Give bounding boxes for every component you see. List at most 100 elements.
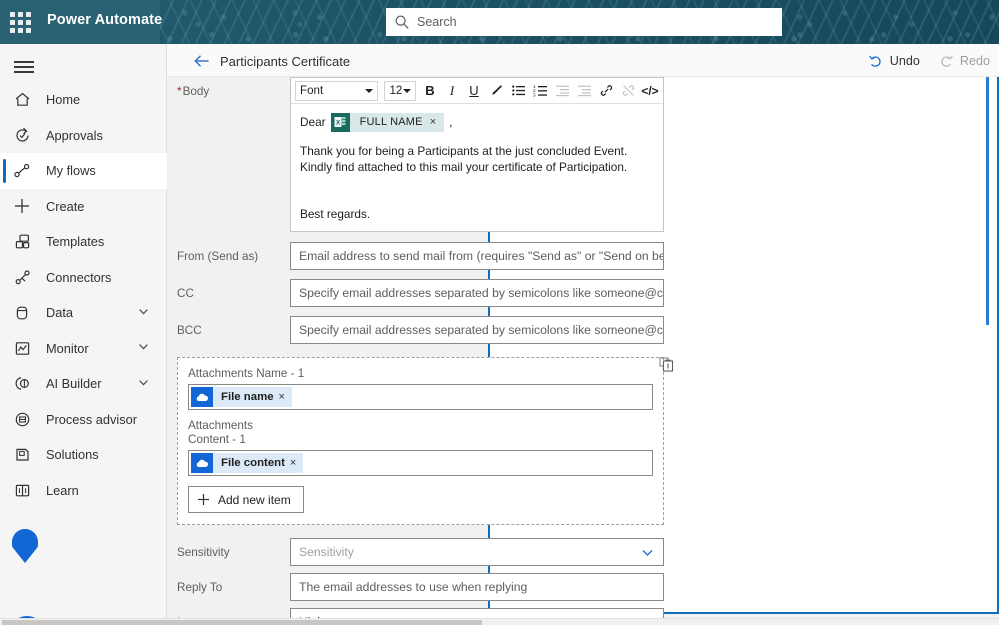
token-label: File name	[221, 391, 274, 403]
sidebar-nav-list: Home Approvals My flows Create Templates Conn…	[0, 82, 167, 508]
email-body-content[interactable]: Dear X FULL NAME × , Thank you for being…	[291, 104, 663, 231]
bold-label: B	[425, 83, 435, 98]
sensitivity-placeholder: Sensitivity	[299, 545, 354, 559]
hamburger-menu-icon[interactable]	[10, 53, 38, 81]
sidebar-item-ai-builder[interactable]: AI Builder	[0, 366, 167, 402]
numbered-list-icon[interactable]: 1 2 3	[529, 80, 551, 102]
bold-button[interactable]: B	[419, 80, 441, 102]
chevron-down-icon[interactable]	[137, 376, 157, 392]
reply-to-label: Reply To	[177, 581, 223, 594]
svg-text:3: 3	[533, 92, 536, 97]
chevron-down-icon	[403, 88, 411, 93]
field-row-bcc: BCC Specify email addresses separated by…	[177, 316, 664, 344]
app-launcher-grid-icon[interactable]	[10, 12, 31, 33]
sidebar-item-create[interactable]: Create	[0, 189, 167, 225]
token-remove-icon[interactable]: ×	[430, 114, 444, 130]
field-row-reply-to: Reply To The email addresses to use when…	[177, 573, 664, 601]
undo-button[interactable]: Undo	[859, 44, 929, 77]
body-label: *Body	[177, 85, 210, 98]
underline-button[interactable]: U	[463, 80, 485, 102]
required-asterisk: *	[177, 85, 182, 98]
scrollbar-thumb[interactable]	[2, 620, 482, 625]
reply-to-input[interactable]: The email addresses to use when replying	[290, 573, 664, 601]
sidebar-item-label: Data	[46, 305, 74, 321]
delete-trash-icon[interactable]	[655, 353, 677, 375]
sidebar-item-learn[interactable]: Learn	[0, 473, 167, 509]
attachments-content-label: Attachments Content - 1	[188, 419, 253, 446]
sidebar-item-solutions[interactable]: Solutions	[0, 437, 167, 473]
cc-placeholder: Specify email addresses separated by sem…	[299, 286, 664, 300]
sidebar-item-label: AI Builder	[46, 376, 102, 392]
sidebar-item-data[interactable]: Data	[0, 295, 167, 331]
sidebar-item-my-flows[interactable]: My flows	[0, 153, 167, 189]
global-search-box[interactable]: Search	[386, 8, 782, 36]
onedrive-cloud-icon	[191, 453, 213, 473]
sidebar-item-home[interactable]: Home	[0, 82, 167, 118]
attachments-content-input[interactable]: File content ×	[188, 450, 653, 476]
font-family-dropdown[interactable]: Font	[295, 80, 379, 101]
rich-text-editor[interactable]: Font 12 B I U 1 2 3 </> Dear X FULL NAME…	[290, 77, 664, 232]
italic-button[interactable]: I	[441, 80, 463, 102]
pen-highlight-icon[interactable]	[485, 80, 507, 102]
database-icon	[12, 303, 32, 323]
redo-label: Redo	[959, 53, 990, 68]
reply-to-placeholder: The email addresses to use when replying	[299, 580, 528, 594]
bcc-input[interactable]: Specify email addresses separated by sem…	[290, 316, 664, 344]
command-bar: Participants Certificate Undo Redo	[167, 44, 999, 77]
sidebar-item-label: Process advisor	[46, 411, 138, 427]
body-paragraph-line-1: Thank you for being a Participants at th…	[300, 144, 628, 158]
font-size-dropdown[interactable]: 12	[384, 80, 416, 101]
dynamic-content-token-file-name[interactable]: File name ×	[191, 387, 292, 407]
left-sidebar: Home Approvals My flows Create Templates Conn…	[0, 44, 167, 625]
from-input[interactable]: Email address to send mail from (require…	[290, 242, 664, 270]
sidebar-item-label: Templates	[46, 234, 105, 250]
token-remove-icon[interactable]: ×	[290, 457, 303, 469]
sensitivity-label: Sensitivity	[177, 546, 230, 559]
cc-input[interactable]: Specify email addresses separated by sem…	[290, 279, 664, 307]
send-email-action-card: *Body Font 12 B I U 1 2 3 </> Dear X FUL…	[167, 77, 674, 618]
sidebar-item-connectors[interactable]: Connectors	[0, 260, 167, 296]
home-icon	[12, 90, 32, 110]
attachments-name-input[interactable]: File name ×	[188, 384, 653, 410]
field-row-cc: CC Specify email addresses separated by …	[177, 279, 664, 307]
back-arrow-icon[interactable]	[192, 51, 212, 71]
chevron-down-icon	[642, 549, 653, 556]
sidebar-item-process-advisor[interactable]: Process advisor	[0, 402, 167, 438]
sidebar-item-approvals[interactable]: Approvals	[0, 118, 167, 154]
token-label: FULL NAME	[359, 116, 423, 128]
search-placeholder: Search	[417, 15, 457, 29]
sidebar-item-templates[interactable]: Templates	[0, 224, 167, 260]
insert-link-icon[interactable]	[595, 80, 617, 102]
connectors-icon	[12, 267, 32, 287]
field-row-from: From (Send as) Email address to send mai…	[177, 242, 664, 270]
process-advisor-icon	[12, 409, 32, 429]
sidebar-item-label: Learn	[46, 482, 79, 498]
body-signature: Best regards.	[300, 207, 371, 221]
sidebar-item-monitor[interactable]: Monitor	[0, 331, 167, 367]
token-remove-icon[interactable]: ×	[279, 391, 292, 403]
add-new-item-label: Add new item	[218, 492, 291, 507]
sensitivity-dropdown[interactable]: Sensitivity	[290, 538, 664, 566]
add-new-item-button[interactable]: Add new item	[188, 486, 304, 513]
code-view-icon[interactable]: </>	[639, 80, 661, 102]
top-header-bar: Power Automate Search	[0, 0, 999, 44]
dynamic-content-token-full-name[interactable]: X FULL NAME ×	[330, 112, 445, 132]
importance-dropdown[interactable]: High	[290, 608, 664, 618]
italic-label: I	[449, 82, 455, 98]
token-label: File content	[221, 457, 285, 469]
horizontal-scrollbar[interactable]	[0, 618, 999, 625]
dynamic-content-token-file-content[interactable]: File content ×	[191, 453, 304, 473]
flow-canvas: *Body Font 12 B I U 1 2 3 </> Dear X FUL…	[167, 77, 999, 618]
bulleted-list-icon[interactable]	[507, 80, 529, 102]
chevron-down-icon[interactable]	[137, 340, 157, 356]
chevron-down-icon	[365, 88, 374, 93]
sidebar-item-label: Home	[46, 92, 81, 108]
cc-label: CC	[177, 287, 194, 300]
greeting-suffix: ,	[449, 115, 453, 129]
chevron-down-icon[interactable]	[137, 305, 157, 321]
templates-icon	[12, 232, 32, 252]
sidebar-item-label: Create	[46, 198, 85, 214]
font-size-value: 12	[389, 84, 403, 97]
plus-icon	[198, 494, 209, 505]
my-flows-icon	[12, 161, 32, 181]
